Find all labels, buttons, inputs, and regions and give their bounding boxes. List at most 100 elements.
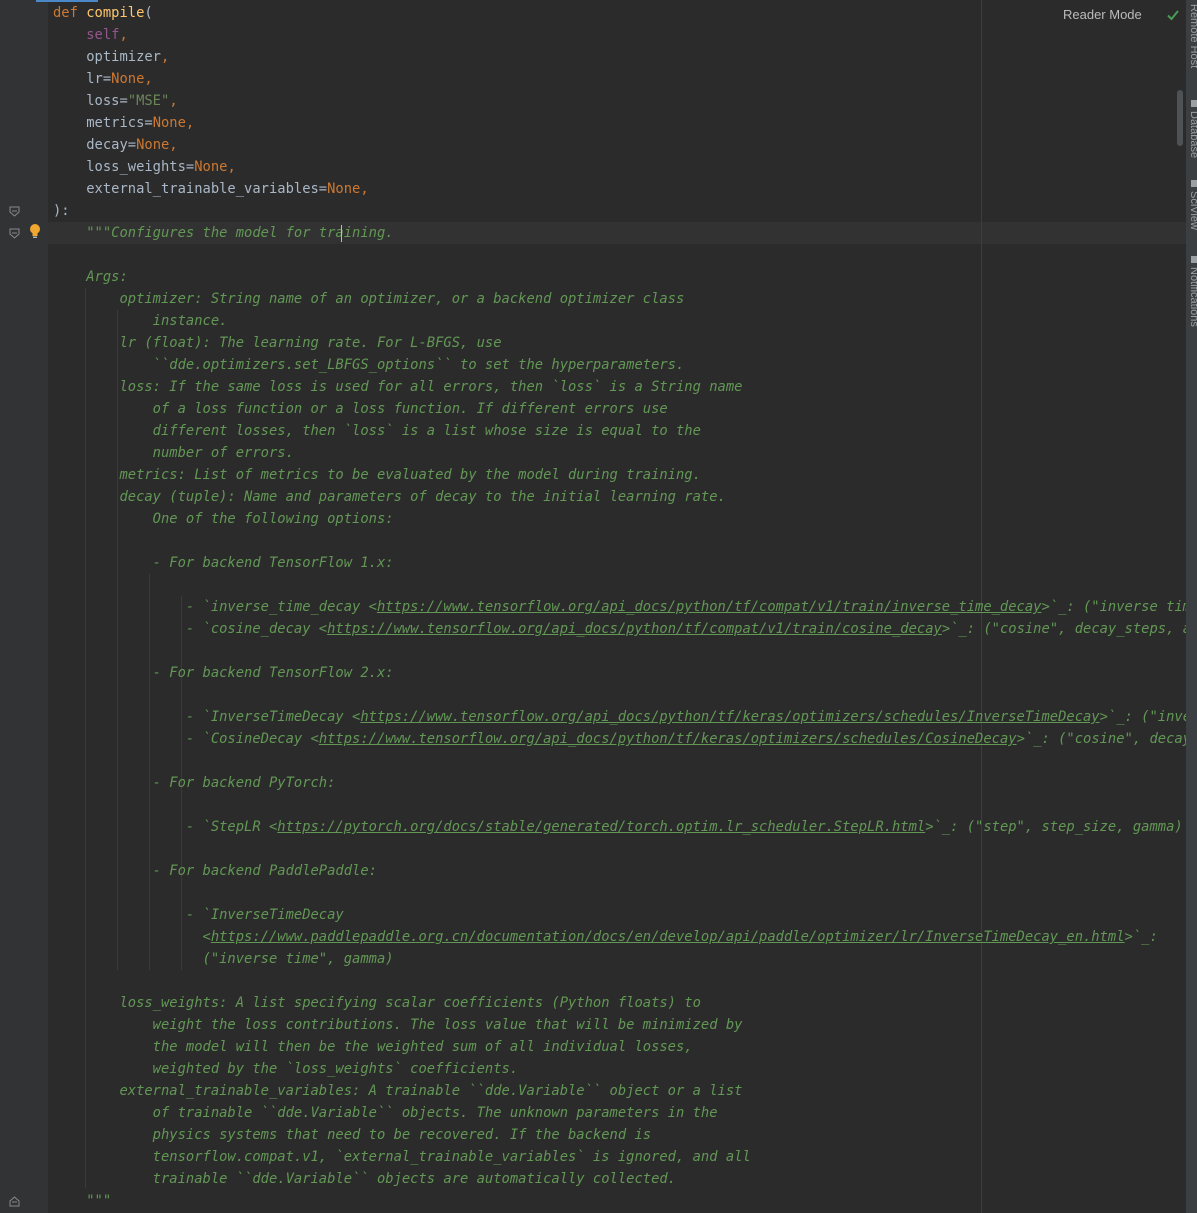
code-token: trainable ``dde.Variable`` objects are a…	[53, 1171, 676, 1187]
code-line[interactable]: def compile(	[53, 2, 153, 24]
doc-link[interactable]: https://www.paddlepaddle.org.cn/document…	[211, 929, 1125, 945]
code-line[interactable]: ("inverse time", gamma)	[53, 948, 394, 970]
code-line[interactable]: lr (float): The learning rate. For L-BFG…	[53, 332, 501, 354]
code-token: - For backend PyTorch:	[53, 775, 336, 791]
code-line[interactable]: """Configures the model for training.	[53, 222, 393, 244]
vertical-scrollbar[interactable]	[1174, 0, 1186, 1213]
code-editor[interactable]: def compile( self, optimizer, lr=None, l…	[0, 0, 1186, 1213]
code-line[interactable]: weighted by the `loss_weights` coefficie…	[53, 1058, 519, 1080]
doc-link[interactable]: https://www.tensorflow.org/api_docs/pyth…	[377, 599, 1042, 615]
code-line[interactable]: self,	[53, 24, 128, 46]
code-token: ,	[160, 49, 170, 65]
code-line[interactable]: metrics: List of metrics to be evaluated…	[53, 464, 701, 486]
code-line[interactable]: <https://www.paddlepaddle.org.cn/documen…	[53, 926, 1158, 948]
code-token: - `InverseTimeDecay <	[53, 709, 361, 725]
code-line[interactable]: Args:	[53, 266, 128, 288]
code-line[interactable]: of a loss function or a loss function. I…	[53, 398, 668, 420]
code-token: ("inverse time", gamma)	[53, 951, 394, 967]
code-token: - For backend PaddlePaddle:	[53, 863, 377, 879]
fold-marker-icon[interactable]	[9, 206, 20, 217]
code-line[interactable]: ``dde.optimizers.set_LBFGS_options`` to …	[53, 354, 685, 376]
code-token: - For backend TensorFlow 2.x:	[53, 665, 394, 681]
scroll-thumb[interactable]	[1177, 90, 1183, 146]
code-line[interactable]: - For backend TensorFlow 1.x:	[53, 552, 394, 574]
code-line[interactable]: loss: If the same loss is used for all e…	[53, 376, 742, 398]
code-token: loss_weights=	[53, 159, 195, 175]
notifications-tab[interactable]: Notifications	[1188, 256, 1197, 327]
database-tab[interactable]: Database	[1188, 100, 1197, 158]
sciview-tab[interactable]: SciView	[1188, 180, 1197, 230]
code-token: - `StepLR <	[53, 819, 278, 835]
code-token: ):	[53, 203, 70, 219]
code-line[interactable]: One of the following options:	[53, 508, 394, 530]
code-line[interactable]: - `InverseTimeDecay <https://www.tensorf…	[53, 706, 1186, 728]
code-line[interactable]: - `cosine_decay <https://www.tensorflow.…	[53, 618, 1186, 640]
code-line[interactable]: - `CosineDecay <https://www.tensorflow.o…	[53, 728, 1186, 750]
doc-link[interactable]: https://www.tensorflow.org/api_docs/pyth…	[360, 709, 1099, 725]
code-line[interactable]: decay (tuple): Name and parameters of de…	[53, 486, 725, 508]
code-token: >`_: ("inverse time", d	[1041, 599, 1186, 615]
code-token: external_trainable_variables=	[53, 181, 328, 197]
code-line[interactable]: tensorflow.compat.v1, `external_trainabl…	[53, 1146, 751, 1168]
code-line[interactable]: optimizer: String name of an optimizer, …	[53, 288, 684, 310]
code-token: physics systems that need to be recovere…	[53, 1127, 652, 1143]
code-token: One of the following options:	[53, 511, 394, 527]
doc-link[interactable]: https://pytorch.org/docs/stable/generate…	[277, 819, 925, 835]
code-token: Args:	[53, 269, 128, 285]
code-line[interactable]: loss_weights: A list specifying scalar c…	[53, 992, 700, 1014]
code-line[interactable]: metrics=None,	[53, 112, 194, 134]
code-token: optimizer	[53, 49, 161, 65]
fold-marker-icon[interactable]	[9, 228, 20, 239]
code-line[interactable]: - `InverseTimeDecay	[53, 904, 344, 926]
code-line[interactable]: instance.	[53, 310, 228, 332]
remote-host-tab[interactable]: Remote Host	[1188, 4, 1197, 68]
code-line[interactable]: lr=None,	[53, 68, 153, 90]
code-token: >`_: ("cosine", decay_step	[1016, 731, 1186, 747]
code-token: the model will then be the weighted sum …	[53, 1039, 693, 1055]
code-line[interactable]: the model will then be the weighted sum …	[53, 1036, 693, 1058]
code-line[interactable]: external_trainable_variables=None,	[53, 178, 369, 200]
code-token: <	[53, 929, 211, 945]
code-line[interactable]: number of errors.	[53, 442, 294, 464]
code-line[interactable]: of trainable ``dde.Variable`` objects. T…	[53, 1102, 718, 1124]
code-token: self	[86, 27, 120, 43]
code-line[interactable]: trainable ``dde.Variable`` objects are a…	[53, 1168, 676, 1190]
code-line[interactable]: - For backend TensorFlow 2.x:	[53, 662, 394, 684]
code-line[interactable]: decay=None,	[53, 134, 177, 156]
code-line[interactable]: """	[53, 1190, 111, 1212]
code-token: None,	[327, 181, 369, 197]
fold-marker-icon[interactable]	[9, 1196, 20, 1207]
code-line[interactable]: weight the loss contributions. The loss …	[53, 1014, 743, 1036]
code-line[interactable]: loss="MSE",	[53, 90, 177, 112]
code-token: - `CosineDecay <	[53, 731, 319, 747]
database-icon	[1190, 100, 1197, 107]
code-token: None,	[111, 71, 153, 87]
bell-icon	[1190, 256, 1197, 263]
code-line[interactable]: - `StepLR <https://pytorch.org/docs/stab…	[53, 816, 1183, 838]
code-line[interactable]: external_trainable_variables: A trainabl…	[53, 1080, 742, 1102]
code-line[interactable]: optimizer,	[53, 46, 169, 68]
code-line[interactable]: - For backend PaddlePaddle:	[53, 860, 377, 882]
code-line[interactable]: - For backend PyTorch:	[53, 772, 336, 794]
code-token: None,	[152, 115, 195, 131]
code-token: - `inverse_time_decay <	[53, 599, 377, 615]
remote-host-tab-label: Remote Host	[1188, 4, 1197, 69]
database-tab-label: Database	[1188, 111, 1197, 159]
code-token: decay=	[53, 137, 137, 153]
doc-link[interactable]: https://www.tensorflow.org/api_docs/pyth…	[327, 621, 942, 637]
code-token: - `cosine_decay <	[53, 621, 328, 637]
doc-link[interactable]: https://www.tensorflow.org/api_docs/pyth…	[319, 731, 1017, 747]
code-line[interactable]: ):	[53, 200, 70, 222]
code-token: metrics: List of metrics to be evaluated…	[53, 467, 701, 483]
code-token: loss=	[53, 93, 128, 109]
code-token: tensorflow.compat.v1, `external_trainabl…	[53, 1149, 751, 1165]
code-token: lr=	[53, 71, 112, 87]
code-line[interactable]: different losses, then `loss` is a list …	[53, 420, 701, 442]
lightbulb-icon[interactable]	[29, 223, 41, 239]
code-line[interactable]: - `inverse_time_decay <https://www.tenso…	[53, 596, 1186, 618]
code-token: metrics=	[53, 115, 153, 131]
reader-mode-button[interactable]: Reader Mode	[1063, 6, 1142, 24]
code-line[interactable]: physics systems that need to be recovere…	[53, 1124, 651, 1146]
code-line[interactable]: loss_weights=None,	[53, 156, 236, 178]
